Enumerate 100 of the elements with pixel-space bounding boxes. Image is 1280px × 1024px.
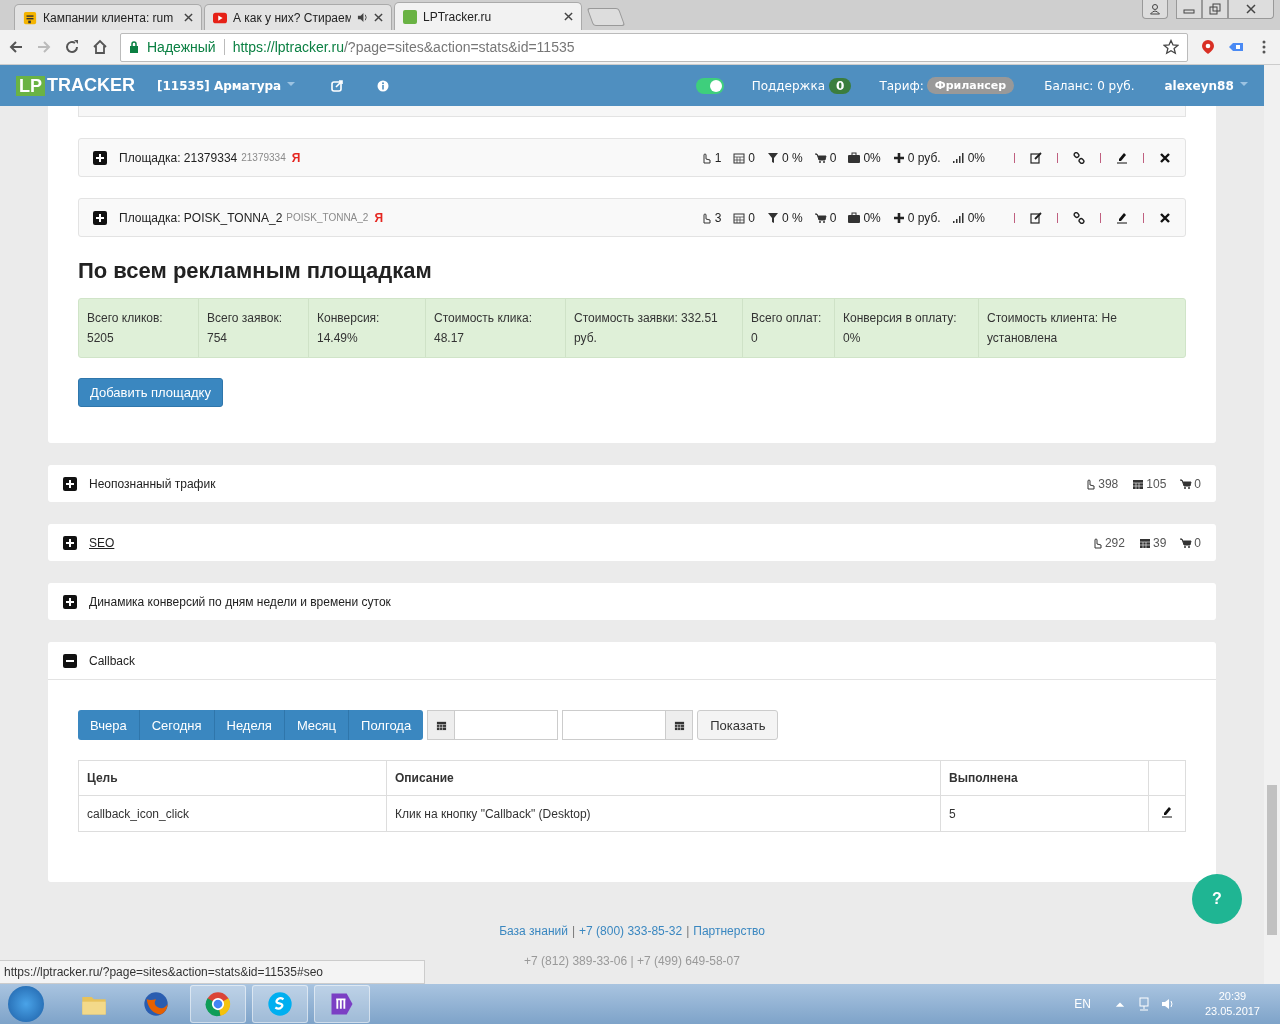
pen-icon[interactable] [1116, 151, 1128, 164]
delete-icon[interactable] [1159, 211, 1171, 224]
column-header: Цель [87, 771, 118, 785]
period-button[interactable]: Полгода [349, 710, 424, 740]
date-to-field[interactable] [562, 710, 666, 740]
expand-icon[interactable] [63, 594, 77, 609]
panel-title[interactable]: Динамика конверсий по дням недели и времени суток [89, 594, 391, 609]
site-id: POISK_TONNA_2 [286, 212, 369, 223]
share-icon[interactable] [331, 79, 344, 92]
expand-icon[interactable] [63, 476, 77, 491]
site-label[interactable]: Площадка: POISK_TONNA_2 [119, 210, 283, 225]
stat-value: 0% [863, 210, 881, 225]
language-indicator[interactable]: EN [1074, 997, 1091, 1011]
source-mark: Я [291, 150, 301, 165]
filter-icon [767, 211, 780, 224]
plus-icon [892, 211, 905, 224]
address-field[interactable]: Надежный https://lptracker.ru/?page=sites&action=stats&id=11535 [120, 32, 1188, 62]
summary-cell-text: Всего кликов: 5205 [86, 310, 164, 347]
count-value: 398 [1098, 476, 1119, 491]
period-button[interactable]: Сегодня [139, 710, 215, 740]
site-label[interactable]: Площадка: 21379334 [119, 150, 238, 165]
footer-link[interactable]: База знаний [499, 924, 568, 938]
home-icon[interactable] [92, 39, 108, 55]
period-button[interactable]: Месяц [284, 710, 350, 740]
support-link[interactable]: Поддержка [751, 78, 825, 93]
tariff-label: Тариф: [879, 78, 924, 93]
count-value: 105 [1146, 476, 1167, 491]
briefcase-icon [848, 151, 861, 164]
close-button[interactable] [1228, 0, 1274, 19]
globe-icon[interactable] [190, 985, 246, 1023]
lock-icon [129, 41, 139, 53]
star-icon[interactable] [1163, 39, 1179, 55]
scrollbar[interactable] [1264, 65, 1280, 984]
browser-tab[interactable]: LPTracker.ru [394, 2, 582, 30]
date-from-field[interactable] [455, 710, 559, 740]
restore-button[interactable] [1202, 0, 1228, 19]
edit-icon[interactable] [1030, 211, 1042, 224]
stat-value: 0 % [782, 150, 803, 165]
expand-icon[interactable] [93, 210, 107, 225]
close-icon[interactable] [564, 12, 573, 21]
link-icon[interactable] [1073, 211, 1085, 224]
browser-tab[interactable]: Кампании клиента: rum [14, 4, 202, 30]
reload-icon[interactable] [64, 39, 80, 55]
profile-button[interactable] [1142, 0, 1168, 19]
table-cell: Клик на кнопку "Callback" (Desktop) [395, 806, 591, 821]
app-icon[interactable] [314, 985, 370, 1023]
logo[interactable]: LP TRACKER [16, 75, 135, 96]
stat-value: 0 [748, 150, 756, 165]
calendar-button[interactable] [427, 710, 456, 740]
balance-text: Баланс: 0 руб. [1044, 78, 1135, 93]
source-mark: Я [374, 210, 384, 225]
expand-icon[interactable] [93, 150, 107, 165]
stat-value: 3 [714, 210, 722, 225]
calendar-button[interactable] [665, 710, 694, 740]
info-icon[interactable] [377, 79, 390, 92]
stat-value: 0 руб. [907, 210, 941, 225]
period-button[interactable]: Неделя [214, 710, 285, 740]
cart-icon [1180, 477, 1193, 490]
close-icon[interactable] [184, 13, 193, 22]
calendar-icon [733, 211, 746, 224]
toggle-switch[interactable] [695, 77, 724, 94]
pen-icon[interactable] [1116, 211, 1128, 224]
delete-icon[interactable] [1159, 151, 1171, 164]
footer-link[interactable]: +7 (800) 333-85-32 [579, 924, 683, 938]
cart-icon [814, 151, 827, 164]
clock-date[interactable]: 23.05.2017 [1204, 1004, 1260, 1019]
expand-icon[interactable] [63, 535, 77, 550]
edit-icon[interactable] [1030, 151, 1042, 164]
panel-title[interactable]: Callback [89, 653, 136, 668]
document-icon [23, 10, 37, 25]
footer-link[interactable]: Партнерство [693, 924, 765, 938]
help-button[interactable]: ? [1192, 874, 1242, 924]
period-button[interactable]: Вчера [78, 710, 140, 740]
panel-title[interactable]: SEO [89, 535, 115, 550]
summary-cell: Стоимость клика: 48.17 [425, 299, 565, 357]
stat-value: 1 [714, 150, 722, 165]
show-button[interactable]: Показать [697, 710, 779, 740]
clock-time[interactable]: 20:39 [1218, 989, 1247, 1004]
count-value: 39 [1152, 535, 1167, 550]
project-dropdown[interactable]: [11535] Арматура [157, 78, 296, 93]
column-header: Выполнена [949, 771, 1018, 785]
summary-cell: Стоимость клиента: Не установлена [978, 299, 1185, 357]
expand-icon[interactable] [63, 653, 77, 668]
stat-value: 0 [829, 210, 837, 225]
count-value: 292 [1104, 535, 1125, 550]
map-pin-icon[interactable] [1200, 39, 1216, 55]
link-icon[interactable] [1073, 151, 1085, 164]
pen-icon[interactable] [1161, 806, 1173, 818]
user-menu[interactable]: alexeyn88 [1164, 78, 1248, 93]
support-count: 0 [829, 77, 852, 94]
stat-value: 0 [829, 150, 837, 165]
panel-title[interactable]: Неопознанный трафик [89, 476, 216, 491]
calendar-icon [733, 151, 746, 164]
play-icon [213, 10, 227, 25]
summary-cell: Всего заявок: 754 [198, 299, 308, 357]
start-button[interactable] [8, 986, 44, 1022]
close-icon[interactable] [374, 13, 383, 22]
calendar-icon [1132, 477, 1145, 490]
add-site-button[interactable]: Добавить площадку [78, 378, 223, 407]
back-icon[interactable] [8, 39, 24, 55]
